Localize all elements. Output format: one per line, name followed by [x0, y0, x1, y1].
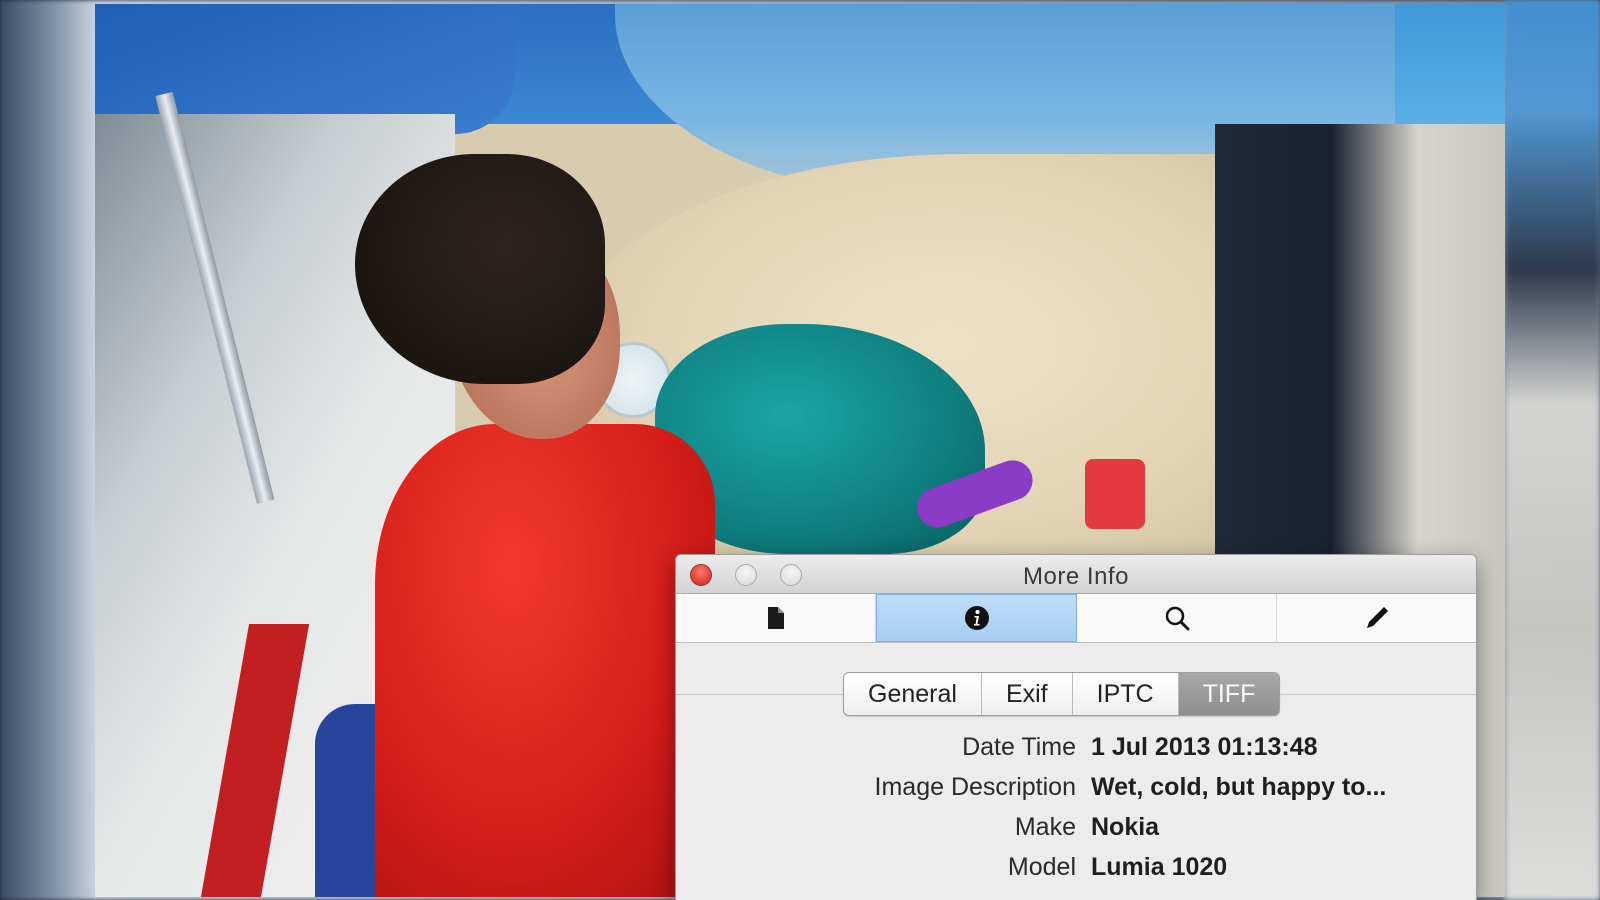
metadata-tabs: General Exif IPTC TIFF [843, 672, 1281, 716]
property-label: Model [1007, 853, 1076, 881]
magnifier-icon [1165, 606, 1189, 631]
tool-search[interactable] [1077, 594, 1277, 642]
property-row: Date Time 1 Jul 2013 01:13:48 [676, 729, 1476, 769]
property-list: Date Time 1 Jul 2013 01:13:48 Image Desc… [676, 729, 1476, 889]
tool-info[interactable] [876, 594, 1077, 642]
property-row: Model Lumia 1020 [676, 849, 1476, 889]
property-value: Wet, cold, but happy to... [1091, 773, 1387, 801]
property-value: Nokia [1091, 813, 1160, 841]
tab-exif[interactable]: Exif [982, 673, 1073, 715]
property-label: Make [1014, 813, 1076, 841]
info-icon [964, 606, 989, 630]
background-blur-right [1505, 0, 1600, 900]
window-title: More Info [1023, 563, 1129, 590]
tab-general[interactable]: General [844, 673, 982, 715]
property-label: Date Time [962, 733, 1076, 761]
tab-iptc[interactable]: IPTC [1073, 673, 1179, 715]
pencil-icon [1366, 607, 1388, 628]
property-value: 1 Jul 2013 01:13:48 [1091, 733, 1318, 761]
tool-general[interactable] [676, 594, 876, 642]
property-row: Image Description Wet, cold, but happy t… [676, 769, 1476, 809]
tab-tiff[interactable]: TIFF [1178, 673, 1280, 715]
tool-edit[interactable] [1277, 594, 1476, 642]
more-info-window: More Info General Exif IPTC TIFF Date Ti… [676, 555, 1476, 900]
document-icon [767, 607, 784, 629]
title-bar[interactable]: More Info [676, 555, 1476, 594]
photo-person-jacket [375, 424, 715, 897]
inspector-content: General Exif IPTC TIFF Date Time 1 Jul 2… [676, 643, 1476, 900]
property-label: Image Description [874, 773, 1076, 801]
property-row: Make Nokia [676, 809, 1476, 849]
property-value: Lumia 1020 [1091, 853, 1228, 881]
photo-cup [1085, 459, 1145, 529]
inspector-toolbar [676, 594, 1476, 643]
